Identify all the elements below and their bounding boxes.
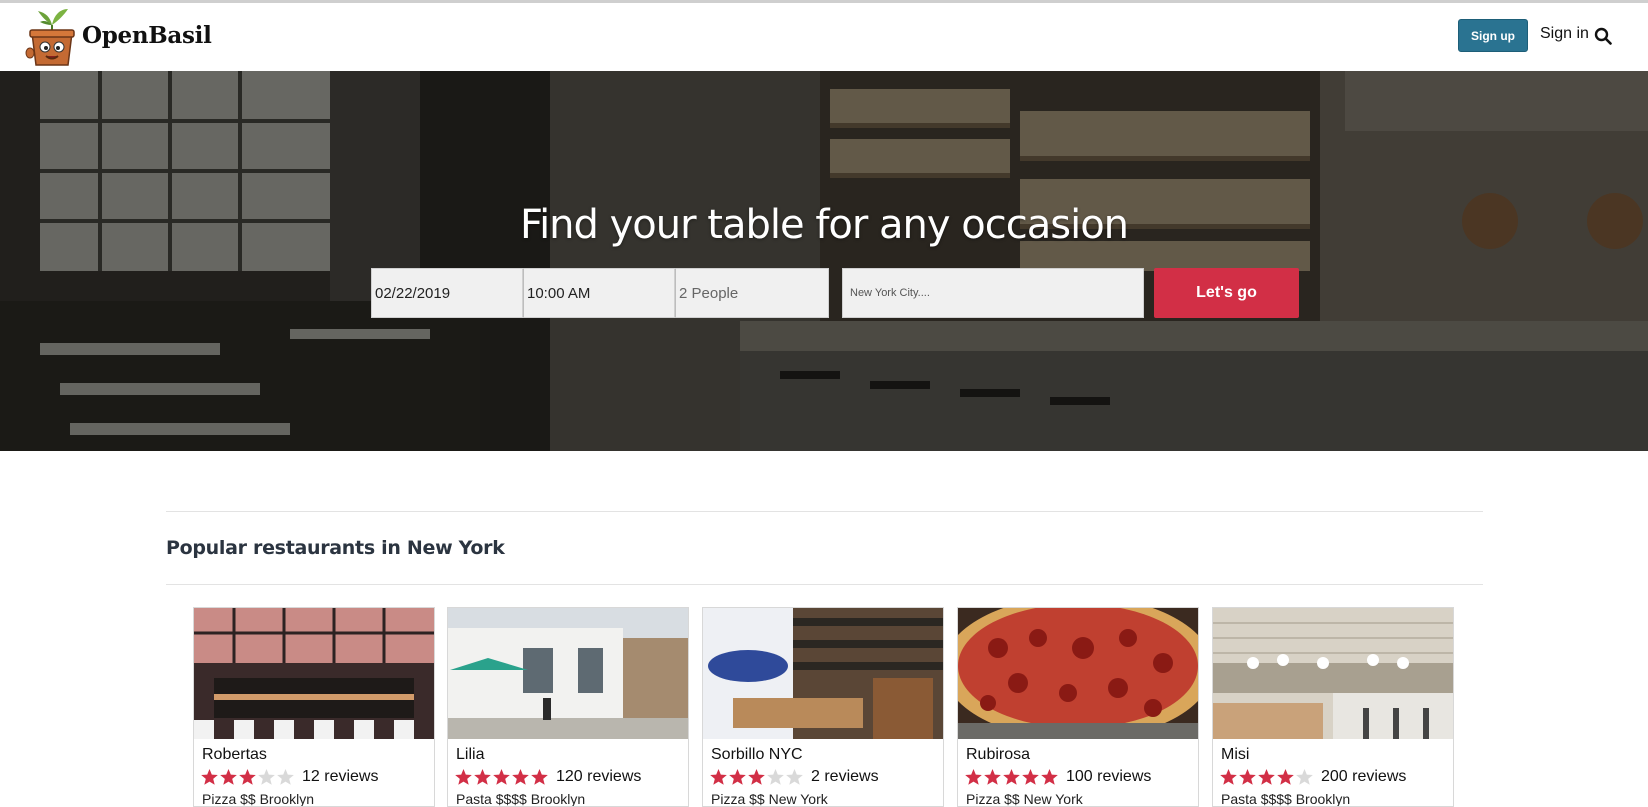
star-filled-icon bbox=[1258, 769, 1275, 785]
party-size-field[interactable]: 2 People bbox=[675, 268, 829, 318]
search-icon[interactable] bbox=[1594, 27, 1612, 45]
restaurant-card[interactable]: Lilia 120 reviews Pasta $$$$ Brooklyn bbox=[447, 607, 689, 807]
review-count: 12 reviews bbox=[302, 768, 379, 785]
date-field[interactable]: 02/22/2019 bbox=[371, 268, 523, 318]
star-rating bbox=[1219, 768, 1314, 788]
review-count: 200 reviews bbox=[1321, 768, 1407, 785]
star-filled-icon bbox=[474, 769, 491, 785]
restaurant-card[interactable]: Misi 200 reviews Pasta $$$$ Brooklyn bbox=[1212, 607, 1454, 807]
hero-title: Find your table for any occasion bbox=[519, 202, 1129, 248]
star-filled-icon bbox=[220, 769, 237, 785]
restaurant-photo[interactable] bbox=[194, 608, 434, 739]
star-filled-icon bbox=[493, 769, 510, 785]
star-rating bbox=[200, 768, 295, 788]
star-filled-icon bbox=[965, 769, 982, 785]
restaurant-name[interactable]: Lilia bbox=[456, 746, 484, 764]
lets-go-button[interactable]: Let's go bbox=[1154, 268, 1299, 318]
restaurant-photo[interactable] bbox=[958, 608, 1198, 739]
review-count: 120 reviews bbox=[556, 768, 642, 785]
star-rating bbox=[454, 768, 549, 788]
star-filled-icon bbox=[1041, 769, 1058, 785]
hero-banner: Find your table for any occasion 02/22/2… bbox=[0, 71, 1648, 451]
restaurant-photo[interactable] bbox=[1213, 608, 1453, 739]
brand-name[interactable]: OpenBasil bbox=[82, 22, 212, 49]
star-empty-icon bbox=[277, 769, 294, 785]
star-filled-icon bbox=[1239, 769, 1256, 785]
divider bbox=[166, 584, 1483, 585]
restaurant-name[interactable]: Rubirosa bbox=[966, 746, 1030, 764]
restaurant-name[interactable]: Sorbillo NYC bbox=[711, 746, 803, 764]
restaurant-meta: Pizza $$ Brooklyn bbox=[202, 791, 315, 807]
star-empty-icon bbox=[786, 769, 803, 785]
restaurant-meta: Pizza $$ New York bbox=[966, 791, 1083, 807]
star-filled-icon bbox=[201, 769, 218, 785]
restaurant-meta: Pizza $$ New York bbox=[711, 791, 828, 807]
star-rating bbox=[709, 768, 804, 788]
star-filled-icon bbox=[1220, 769, 1237, 785]
restaurant-card[interactable]: Sorbillo NYC 2 reviews Pizza $$ New York bbox=[702, 607, 944, 807]
star-filled-icon bbox=[512, 769, 529, 785]
star-filled-icon bbox=[748, 769, 765, 785]
navbar: OpenBasil Sign up Sign in bbox=[0, 3, 1648, 71]
restaurant-name[interactable]: Robertas bbox=[202, 746, 267, 764]
restaurant-meta: Pasta $$$$ Brooklyn bbox=[1221, 791, 1351, 807]
hero-background-image bbox=[0, 71, 1648, 451]
star-filled-icon bbox=[531, 769, 548, 785]
star-filled-icon bbox=[1022, 769, 1039, 785]
star-filled-icon bbox=[239, 769, 256, 785]
divider bbox=[166, 511, 1483, 512]
star-empty-icon bbox=[258, 769, 275, 785]
star-filled-icon bbox=[455, 769, 472, 785]
review-count: 100 reviews bbox=[1066, 768, 1152, 785]
star-filled-icon bbox=[1277, 769, 1294, 785]
sign-up-button[interactable]: Sign up bbox=[1458, 19, 1528, 52]
star-empty-icon bbox=[1296, 769, 1313, 785]
restaurant-photo[interactable] bbox=[448, 608, 688, 739]
star-filled-icon bbox=[710, 769, 727, 785]
restaurant-card[interactable]: Robertas 12 reviews Pizza $$ Brooklyn bbox=[193, 607, 435, 807]
star-empty-icon bbox=[767, 769, 784, 785]
sign-in-link[interactable]: Sign in bbox=[1540, 25, 1589, 43]
restaurant-meta: Pasta $$$$ Brooklyn bbox=[456, 791, 586, 807]
time-field[interactable]: 10:00 AM bbox=[523, 268, 675, 318]
popular-section-title: Popular restaurants in New York bbox=[166, 537, 505, 559]
star-filled-icon bbox=[1003, 769, 1020, 785]
star-rating bbox=[964, 768, 1059, 788]
restaurant-card[interactable]: Rubirosa 100 reviews Pizza $$ New York bbox=[957, 607, 1199, 807]
logo-icon[interactable] bbox=[24, 3, 80, 69]
star-filled-icon bbox=[984, 769, 1001, 785]
restaurant-name[interactable]: Misi bbox=[1221, 746, 1249, 764]
star-filled-icon bbox=[729, 769, 746, 785]
location-input[interactable]: New York City.... bbox=[842, 268, 1144, 318]
review-count: 2 reviews bbox=[811, 768, 879, 785]
restaurant-photo[interactable] bbox=[703, 608, 943, 739]
